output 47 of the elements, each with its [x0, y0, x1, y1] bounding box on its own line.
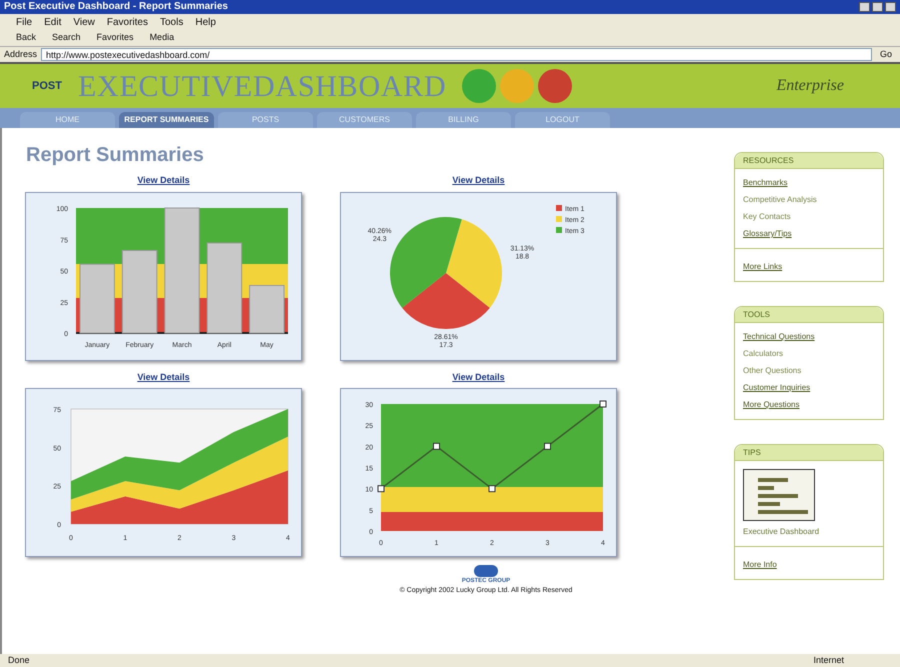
- company-logo-icon: [474, 565, 498, 577]
- menu-item[interactable]: Help: [195, 14, 216, 30]
- legend-swatch: [556, 216, 562, 222]
- toolbar-button[interactable]: Back: [16, 31, 36, 45]
- menu-item[interactable]: File: [16, 14, 32, 30]
- toolbar-button[interactable]: Search: [52, 31, 81, 45]
- box-title: RESOURCES: [743, 154, 794, 166]
- bar: [249, 284, 284, 333]
- menu-item[interactable]: Edit: [44, 14, 62, 30]
- toolbar-button[interactable]: Media: [150, 31, 174, 45]
- sidebar-link[interactable]: Glossary/Tips: [743, 228, 875, 240]
- more-link[interactable]: More Links: [743, 262, 782, 271]
- sidebar-link[interactable]: Technical Questions: [743, 331, 875, 343]
- zone-text: Internet: [813, 654, 844, 667]
- nav-tab[interactable]: REPORT SUMMARIES: [119, 112, 214, 128]
- sidebar-note: Other Questions: [743, 365, 802, 377]
- go-button[interactable]: Go: [876, 48, 896, 62]
- details-link[interactable]: View Details: [452, 370, 505, 384]
- menu-item[interactable]: Favorites: [106, 14, 148, 30]
- details-link[interactable]: View Details: [452, 174, 505, 188]
- sidebar-link[interactable]: More Questions: [743, 399, 875, 411]
- page-heading: Report Summaries: [26, 143, 205, 168]
- traffic-light-icon: [462, 69, 572, 103]
- logo: POST: [32, 78, 62, 94]
- menu-item[interactable]: Tools: [160, 14, 184, 30]
- box-title: TOOLS: [743, 308, 770, 320]
- sidebar-note: Calculators: [743, 348, 784, 360]
- window-title: Post Executive Dashboard - Report Summaries: [4, 2, 228, 12]
- sidebar-link[interactable]: Customer Inquiries: [743, 382, 875, 394]
- more-link[interactable]: More Info: [743, 560, 777, 569]
- address-label: Address: [4, 48, 38, 61]
- status-text: Done: [8, 654, 30, 667]
- sidebar-note: Key Contacts: [743, 211, 792, 223]
- details-link[interactable]: View Details: [137, 174, 190, 188]
- menu-item[interactable]: View: [73, 14, 95, 30]
- sidebar-link[interactable]: Benchmarks: [743, 177, 875, 189]
- bar: [80, 263, 115, 333]
- legend-swatch: [556, 204, 562, 210]
- thumbnail-caption: Executive Dashboard: [743, 526, 820, 538]
- toolbar-button[interactable]: Favorites: [96, 31, 134, 45]
- banner-title: EXECUTIVEDASHBOARD: [78, 68, 446, 104]
- address-field[interactable]: http://www.postexecutivedashboard.com/: [41, 48, 872, 61]
- brand-name: Enterprise: [776, 76, 844, 96]
- details-link[interactable]: View Details: [137, 370, 190, 384]
- legend-swatch: [556, 226, 562, 232]
- sidebar-note: Competitive Analysis: [743, 194, 818, 206]
- box-title: TIPS: [743, 446, 761, 458]
